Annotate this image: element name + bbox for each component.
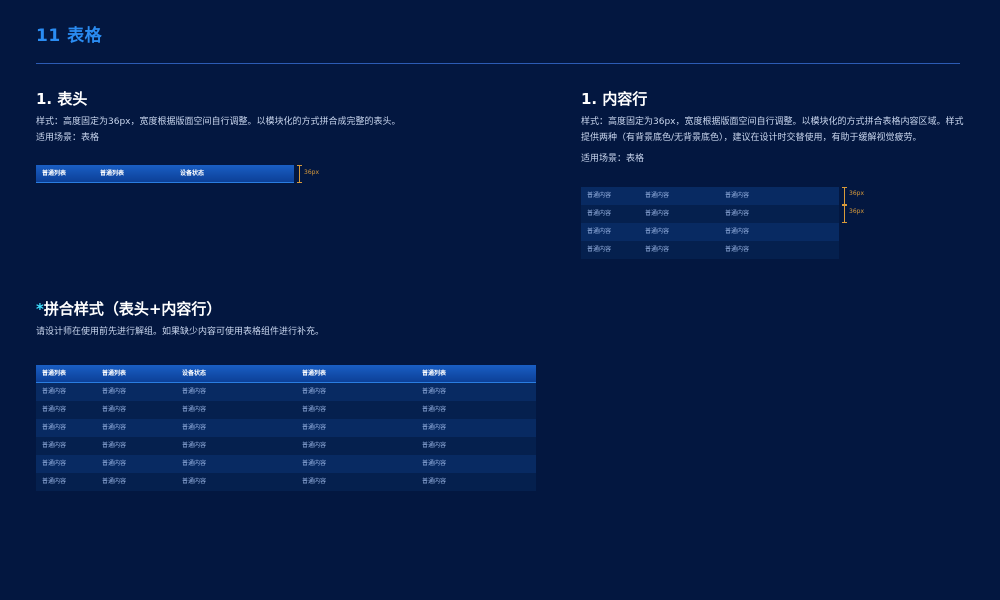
table-row: 普通内容 普通内容 普通内容 — [581, 187, 839, 205]
table-cell: 普通内容 — [302, 406, 327, 413]
row2-height-label: 36px — [849, 208, 864, 215]
table-row: 普通内容 普通内容 普通内容 普通内容 普通内容 — [36, 455, 536, 473]
table-header-row: 普通列表 普通列表 设备状态 普通列表 普通列表 — [36, 365, 536, 383]
table-cell: 普通内容 — [42, 478, 67, 485]
row1-height-dimension — [842, 187, 847, 205]
table-cell: 普通内容 — [725, 192, 750, 199]
table-cell: 普通内容 — [102, 388, 127, 395]
table-cell: 普通内容 — [182, 460, 207, 467]
header-cell: 普通列表 — [42, 370, 67, 377]
table-cell: 普通内容 — [422, 388, 447, 395]
page-title: 11 表格 — [36, 26, 103, 46]
header-cell: 普通列表 — [102, 370, 127, 377]
section-header-title: 1. 表头 — [36, 90, 88, 108]
table-cell: 普通内容 — [102, 406, 127, 413]
table-cell: 普通内容 — [182, 406, 207, 413]
table-cell: 普通内容 — [102, 460, 127, 467]
table-cell: 普通内容 — [102, 442, 127, 449]
table-cell: 普通内容 — [645, 192, 670, 199]
table-cell: 普通内容 — [587, 192, 612, 199]
table-cell: 普通内容 — [645, 228, 670, 235]
section-rows-usage: 适用场景：表格 — [581, 154, 645, 164]
header-cell: 普通列表 — [100, 170, 125, 177]
table-row: 普通内容 普通内容 普通内容 — [581, 241, 839, 259]
header-cell: 设备状态 — [182, 370, 207, 377]
table-cell: 普通内容 — [302, 388, 327, 395]
table-cell: 普通内容 — [302, 460, 327, 467]
section-rows-desc-line2: 提供两种（有背景底色/无背景底色），建议在设计时交替使用，有助于缓解视觉疲劳。 — [581, 133, 922, 143]
table-cell: 普通内容 — [422, 478, 447, 485]
title-divider — [36, 63, 960, 64]
header-height-label: 36px — [304, 169, 319, 176]
table-cell: 普通内容 — [102, 478, 127, 485]
rows-sample-table: 普通内容 普通内容 普通内容 普通内容 普通内容 普通内容 普通内容 普通内容 … — [581, 187, 839, 259]
table-row: 普通内容 普通内容 普通内容 普通内容 普通内容 — [36, 401, 536, 419]
table-cell: 普通内容 — [645, 246, 670, 253]
table-row: 普通内容 普通内容 普通内容 普通内容 普通内容 — [36, 419, 536, 437]
table-cell: 普通内容 — [42, 406, 67, 413]
table-cell: 普通内容 — [422, 406, 447, 413]
table-cell: 普通内容 — [725, 228, 750, 235]
table-cell: 普通内容 — [587, 210, 612, 217]
table-cell: 普通内容 — [182, 478, 207, 485]
row1-height-label: 36px — [849, 190, 864, 197]
table-cell: 普通内容 — [42, 424, 67, 431]
table-cell: 普通内容 — [42, 388, 67, 395]
table-row: 普通内容 普通内容 普通内容 普通内容 普通内容 — [36, 473, 536, 491]
table-cell: 普通内容 — [725, 246, 750, 253]
table-cell: 普通内容 — [302, 478, 327, 485]
table-row: 普通内容 普通内容 普通内容 普通内容 普通内容 — [36, 383, 536, 401]
section-combined-desc: 请设计师在使用前先进行解组。如果缺少内容可使用表格组件进行补充。 — [36, 327, 325, 337]
table-cell: 普通内容 — [645, 210, 670, 217]
table-row: 普通内容 普通内容 普通内容 — [581, 205, 839, 223]
page: 11 表格 1. 表头 样式：高度固定为36px，宽度根据版面空间自行调整。以模… — [0, 0, 1000, 600]
table-cell: 普通内容 — [422, 424, 447, 431]
table-row: 普通内容 普通内容 普通内容 — [581, 223, 839, 241]
table-cell: 普通内容 — [102, 424, 127, 431]
section-combined-title-text: 拼合样式（表头+内容行） — [43, 300, 222, 318]
table-cell: 普通内容 — [422, 460, 447, 467]
header-height-dimension — [297, 165, 302, 183]
section-header-desc: 样式：高度固定为36px，宽度根据版面空间自行调整。以模块化的方式拼合成完整的表… — [36, 117, 401, 127]
header-sample-table: 普通列表 普通列表 设备状态 — [36, 165, 294, 183]
table-cell: 普通内容 — [725, 210, 750, 217]
row2-height-dimension — [842, 205, 847, 223]
header-cell: 普通列表 — [422, 370, 447, 377]
section-header-usage: 适用场景：表格 — [36, 133, 100, 143]
section-combined-title: *拼合样式（表头+内容行） — [36, 298, 221, 319]
table-cell: 普通内容 — [302, 442, 327, 449]
table-cell: 普通内容 — [182, 388, 207, 395]
table-cell: 普通内容 — [42, 460, 67, 467]
table-cell: 普通内容 — [587, 228, 612, 235]
header-cell: 普通列表 — [302, 370, 327, 377]
header-cell: 普通列表 — [42, 170, 67, 177]
accent-star: * — [36, 300, 44, 318]
section-rows-desc-line1: 样式：高度固定为36px，宽度根据版面空间自行调整。以模块化的方式拼合表格内容区… — [581, 117, 964, 127]
combined-table: 普通列表 普通列表 设备状态 普通列表 普通列表 普通内容 普通内容 普通内容 … — [36, 365, 536, 491]
table-row: 普通内容 普通内容 普通内容 普通内容 普通内容 — [36, 437, 536, 455]
table-cell: 普通内容 — [42, 442, 67, 449]
table-cell: 普通内容 — [302, 424, 327, 431]
table-cell: 普通内容 — [182, 442, 207, 449]
table-cell: 普通内容 — [587, 246, 612, 253]
table-header-row: 普通列表 普通列表 设备状态 — [36, 165, 294, 183]
table-cell: 普通内容 — [422, 442, 447, 449]
section-rows-title: 1. 内容行 — [581, 90, 648, 108]
table-cell: 普通内容 — [182, 424, 207, 431]
header-cell: 设备状态 — [180, 170, 205, 177]
